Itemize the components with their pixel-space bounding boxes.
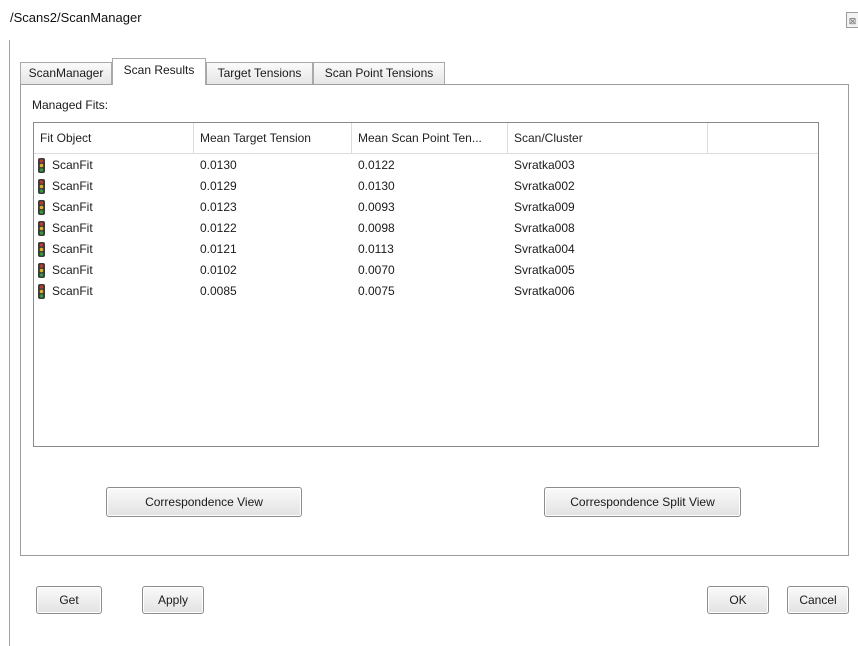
scan-cluster-cell: Svratka004 <box>514 242 575 256</box>
scan-cluster-cell: Svratka005 <box>514 263 575 277</box>
table-row[interactable]: ScanFit 0.0102 0.0070 Svratka005 <box>34 260 818 281</box>
scan-cluster-cell: Svratka003 <box>514 158 575 172</box>
mean-scan-point-tension-cell: 0.0093 <box>358 200 395 214</box>
mean-target-tension-cell: 0.0123 <box>200 200 237 214</box>
traffic-light-icon <box>38 158 45 173</box>
window-left-border <box>9 40 10 646</box>
scan-manager-window: /Scans2/ScanManager ⊠ ScanManager Scan R… <box>0 0 858 646</box>
column-header-mean-target-tension[interactable]: Mean Target Tension <box>194 123 352 153</box>
title-bar: /Scans2/ScanManager ⊠ <box>0 0 858 40</box>
mean-scan-point-tension-cell: 0.0070 <box>358 263 395 277</box>
tab-target-tensions[interactable]: Target Tensions <box>206 62 313 84</box>
fit-object-cell: ScanFit <box>52 200 93 214</box>
fit-object-cell: ScanFit <box>52 242 93 256</box>
table-row[interactable]: ScanFit 0.0122 0.0098 Svratka008 <box>34 218 818 239</box>
mean-target-tension-cell: 0.0130 <box>200 158 237 172</box>
scan-cluster-cell: Svratka009 <box>514 200 575 214</box>
scan-cluster-cell: Svratka002 <box>514 179 575 193</box>
mean-scan-point-tension-cell: 0.0122 <box>358 158 395 172</box>
fit-object-cell: ScanFit <box>52 263 93 277</box>
mean-target-tension-cell: 0.0129 <box>200 179 237 193</box>
mean-target-tension-cell: 0.0122 <box>200 221 237 235</box>
traffic-light-icon <box>38 284 45 299</box>
ok-button[interactable]: OK <box>707 586 769 614</box>
fit-object-cell: ScanFit <box>52 221 93 235</box>
scan-cluster-cell: Svratka008 <box>514 221 575 235</box>
traffic-light-icon <box>38 200 45 215</box>
tab-scan-point-tensions[interactable]: Scan Point Tensions <box>313 62 445 84</box>
window-title: /Scans2/ScanManager <box>10 10 142 25</box>
traffic-light-icon <box>38 221 45 236</box>
scan-cluster-cell: Svratka006 <box>514 284 575 298</box>
traffic-light-icon <box>38 263 45 278</box>
correspondence-view-button[interactable]: Correspondence View <box>106 487 302 517</box>
table-row[interactable]: ScanFit 0.0129 0.0130 Svratka002 <box>34 176 818 197</box>
table-row[interactable]: ScanFit 0.0121 0.0113 Svratka004 <box>34 239 818 260</box>
tab-scanmanager[interactable]: ScanManager <box>20 62 112 84</box>
cancel-button[interactable]: Cancel <box>787 586 849 614</box>
fit-object-cell: ScanFit <box>52 179 93 193</box>
mean-scan-point-tension-cell: 0.0075 <box>358 284 395 298</box>
managed-fits-table[interactable]: Fit Object Mean Target Tension Mean Scan… <box>33 122 819 447</box>
traffic-light-icon <box>38 179 45 194</box>
column-header-scan-cluster[interactable]: Scan/Cluster <box>508 123 708 153</box>
table-row[interactable]: ScanFit 0.0085 0.0075 Svratka006 <box>34 281 818 302</box>
managed-fits-label: Managed Fits: <box>32 98 109 112</box>
table-header: Fit Object Mean Target Tension Mean Scan… <box>34 123 818 154</box>
column-header-empty <box>708 123 818 153</box>
table-row[interactable]: ScanFit 0.0130 0.0122 Svratka003 <box>34 155 818 176</box>
column-header-fit-object[interactable]: Fit Object <box>34 123 194 153</box>
table-row[interactable]: ScanFit 0.0123 0.0093 Svratka009 <box>34 197 818 218</box>
traffic-light-icon <box>38 242 45 257</box>
tab-scan-results[interactable]: Scan Results <box>112 58 206 85</box>
mean-scan-point-tension-cell: 0.0113 <box>358 242 394 256</box>
fit-object-cell: ScanFit <box>52 284 93 298</box>
get-button[interactable]: Get <box>36 586 102 614</box>
apply-button[interactable]: Apply <box>142 586 204 614</box>
mean-target-tension-cell: 0.0085 <box>200 284 237 298</box>
column-header-mean-scan-point-tension[interactable]: Mean Scan Point Ten... <box>352 123 508 153</box>
fit-object-cell: ScanFit <box>52 158 93 172</box>
mean-scan-point-tension-cell: 0.0130 <box>358 179 395 193</box>
mean-scan-point-tension-cell: 0.0098 <box>358 221 395 235</box>
mean-target-tension-cell: 0.0102 <box>200 263 237 277</box>
mean-target-tension-cell: 0.0121 <box>200 242 237 256</box>
close-icon[interactable]: ⊠ <box>846 12 858 28</box>
correspondence-split-view-button[interactable]: Correspondence Split View <box>544 487 741 517</box>
